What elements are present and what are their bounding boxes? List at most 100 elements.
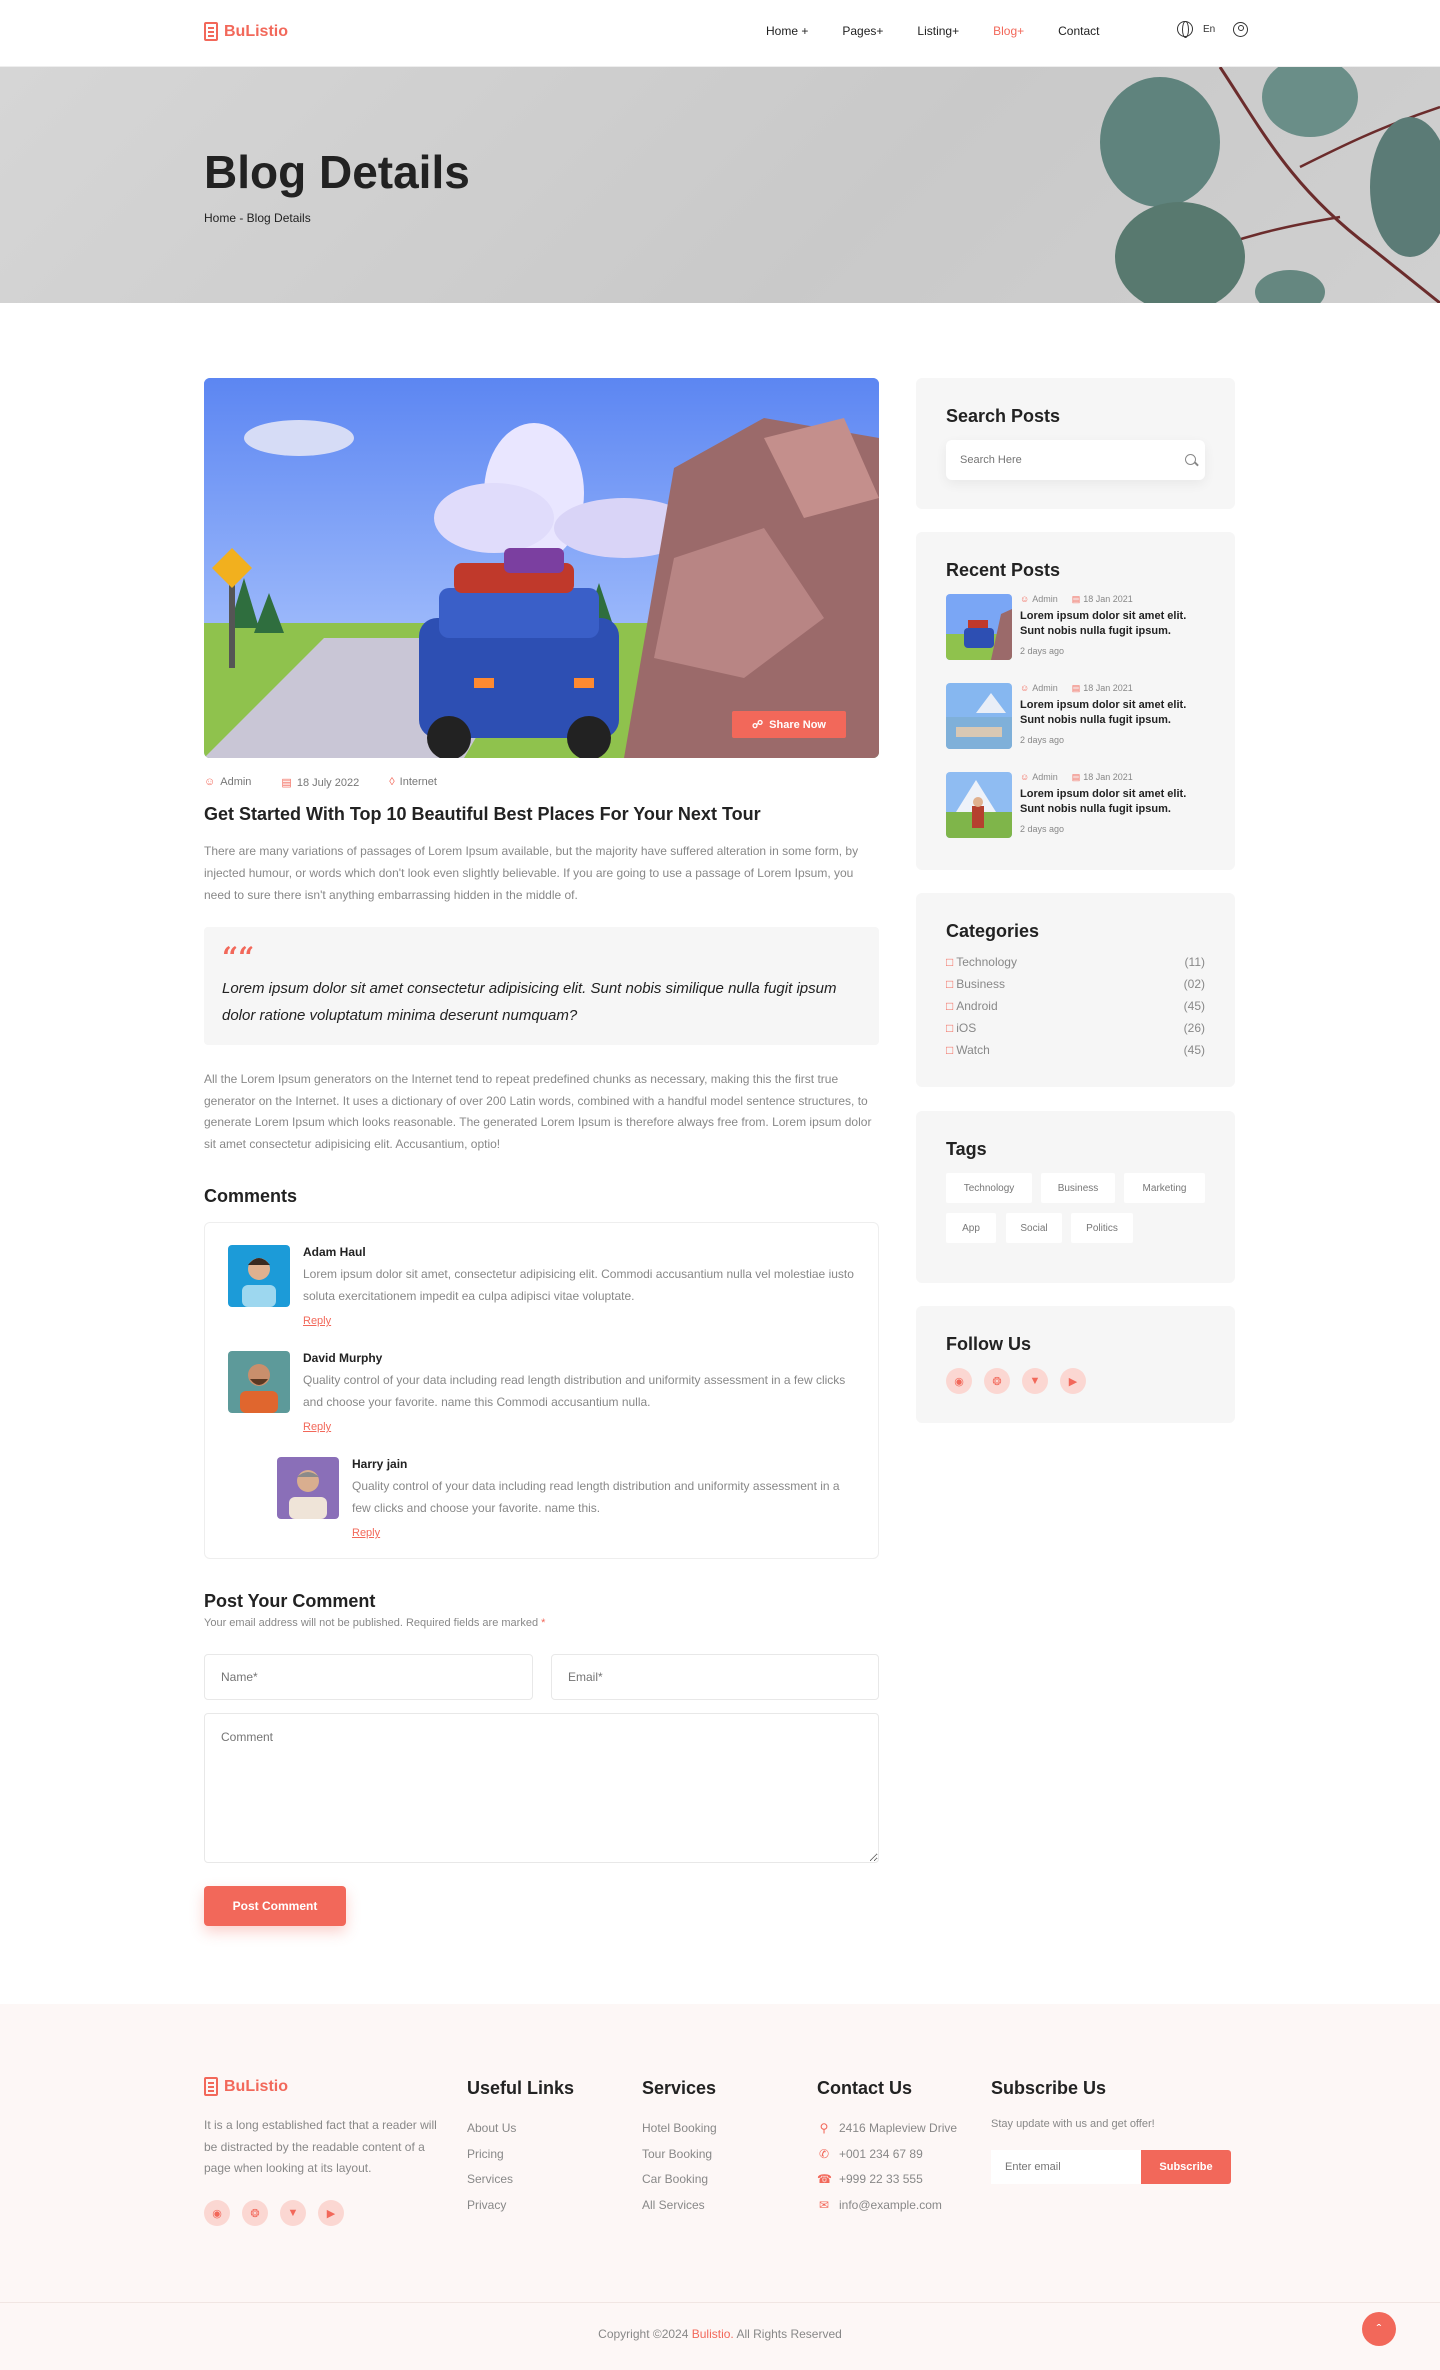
youtube-icon[interactable]: ▶ <box>318 2200 344 2226</box>
footer-service-hotel[interactable]: Hotel Booking <box>642 2121 717 2135</box>
globe-icon[interactable] <box>1177 21 1193 38</box>
post-comment-button[interactable]: Post Comment <box>204 1886 346 1926</box>
comment-field[interactable] <box>204 1713 879 1863</box>
site-footer <box>0 2004 1440 2370</box>
contact-support[interactable]: ☎ +999 22 33 555 <box>817 2172 923 2186</box>
post-date-text: 18 July 2022 <box>296 777 360 789</box>
share-now-button[interactable]: ☍ Share Now <box>732 711 846 738</box>
tag-item[interactable]: App <box>946 1213 996 1243</box>
folder-icon: □ <box>946 955 954 969</box>
post-category-text: Internet <box>399 776 437 788</box>
nav-listing[interactable]: Listing+ <box>917 24 959 38</box>
dribbble-icon[interactable]: ❂ <box>984 1368 1010 1394</box>
headset-icon: ☎ <box>817 2172 832 2186</box>
recent-post-ago: 2 days ago <box>1020 824 1065 834</box>
instagram-icon[interactable]: ◉ <box>204 2200 230 2226</box>
post-comment-heading: Post Your Comment <box>204 1591 376 1611</box>
footer-service-all[interactable]: All Services <box>642 2198 705 2212</box>
email-field[interactable] <box>551 1654 879 1700</box>
nav-contact[interactable]: Contact <box>1058 24 1099 38</box>
user-icon[interactable] <box>1233 21 1249 37</box>
footer-service-car[interactable]: Car Booking <box>642 2172 708 2186</box>
reply-link[interactable]: Reply <box>303 1315 331 1327</box>
tag-item[interactable]: Social <box>1006 1213 1062 1243</box>
search-input[interactable] <box>946 440 1205 480</box>
recent-post-author-text: Admin <box>1032 683 1058 693</box>
comments-list: Adam Haul Lorem ipsum dolor sit amet, co… <box>204 1222 879 1559</box>
contact-support-text: +999 22 33 555 <box>839 2172 923 2186</box>
nav-blog[interactable]: Blog+ <box>993 24 1024 38</box>
instagram-icon[interactable]: ◉ <box>946 1368 972 1394</box>
recent-post-author: ☺ Admin <box>1020 772 1058 783</box>
footer-logo[interactable]: BuListio <box>204 2077 288 2096</box>
chevron-up-icon: ˆ <box>1376 2321 1382 2337</box>
tag-icon: ◊ <box>389 776 395 788</box>
contact-phone[interactable]: ✆ +001 234 67 89 <box>817 2147 923 2161</box>
post-date: ▤ 18 July 2022 <box>281 776 359 789</box>
calendar-icon: ▤ <box>1071 683 1081 693</box>
reply-link[interactable]: Reply <box>303 1421 331 1433</box>
category-name: □ Technology <box>946 955 1017 969</box>
subscribe-button[interactable]: Subscribe <box>1141 2150 1231 2184</box>
footer-link-pricing[interactable]: Pricing <box>467 2147 504 2161</box>
comment-author: David Murphy <box>303 1351 383 1365</box>
youtube-icon[interactable]: ▶ <box>1060 1368 1086 1394</box>
footer-link-services[interactable]: Services <box>467 2172 513 2186</box>
nav-pages[interactable]: Pages+ <box>842 24 883 38</box>
language-selector[interactable]: En <box>1203 24 1215 35</box>
recent-post-meta: ☺ Admin ▤ 18 Jan 2021 <box>1020 772 1133 783</box>
header-actions: En <box>1177 21 1249 38</box>
recent-post-title: Lorem ipsum dolor sit amet elit. Sunt no… <box>1020 610 1187 637</box>
recent-post-author: ☺ Admin <box>1020 594 1058 605</box>
reply-link[interactable]: Reply <box>352 1527 380 1539</box>
calendar-icon: ▤ <box>281 777 292 789</box>
footer-link-privacy[interactable]: Privacy <box>467 2198 506 2212</box>
recent-post-item[interactable]: ☺ Admin ▤ 18 Jan 2021 Lorem ipsum dolor sit… <box>946 594 1205 660</box>
calendar-icon: ▤ <box>1071 772 1081 782</box>
footer-service-tour[interactable]: Tour Booking <box>642 2147 712 2161</box>
breadcrumb: Home - Blog Details <box>204 211 311 225</box>
comment-author: Harry jain <box>352 1457 408 1471</box>
post-title: Get Started With Top 10 Beautiful Best P… <box>204 804 761 824</box>
name-field[interactable] <box>204 1654 533 1700</box>
contact-email[interactable]: ✉ info@example.com <box>817 2198 942 2212</box>
post-category[interactable]: ◊ Internet <box>389 776 437 789</box>
category-item[interactable]: □ Watch (45) <box>946 1043 1205 1057</box>
twitter-icon[interactable]: ▼ <box>1022 1368 1048 1394</box>
twitter-icon[interactable]: ▼ <box>280 2200 306 2226</box>
recent-post-ago: 2 days ago <box>1020 646 1065 656</box>
nav-home[interactable]: Home + <box>766 24 808 38</box>
recent-posts-widget: Recent Posts ☺ Admin ▤ 18 Jan 2021 Lorem ip… <box>916 532 1235 870</box>
user-icon: ☺ <box>1020 772 1030 782</box>
tag-item[interactable]: Politics <box>1071 1213 1133 1243</box>
category-item[interactable]: □ Business (02) <box>946 977 1205 991</box>
copyright-brand[interactable]: Bulistio. <box>692 2327 734 2341</box>
recent-post-item[interactable]: ☺ Admin ▤ 18 Jan 2021 Lorem ipsum dolor sit… <box>946 683 1205 749</box>
category-item[interactable]: □ Android (45) <box>946 999 1205 1013</box>
footer-link-about[interactable]: About Us <box>467 2121 516 2135</box>
folder-icon: □ <box>946 977 954 991</box>
dribbble-icon[interactable]: ❂ <box>242 2200 268 2226</box>
mail-icon: ✉ <box>818 2198 830 2212</box>
post-author: ☺ Admin <box>204 776 251 789</box>
recent-post-date-text: 18 Jan 2021 <box>1083 772 1133 782</box>
scroll-to-top-button[interactable]: ˆ <box>1362 2312 1396 2346</box>
tag-item[interactable]: Technology <box>946 1173 1032 1203</box>
calendar-icon: ▤ <box>1071 594 1081 604</box>
widget-title: Follow Us <box>946 1334 1031 1354</box>
page-title: Blog Details <box>204 146 470 198</box>
tag-item[interactable]: Business <box>1041 1173 1115 1203</box>
recent-post-thumb <box>946 772 1012 838</box>
share-icon: ☍ <box>752 719 764 731</box>
category-item[interactable]: □ iOS (26) <box>946 1021 1205 1035</box>
category-item[interactable]: □ Technology (11) <box>946 955 1205 969</box>
search-icon[interactable] <box>1185 454 1196 465</box>
recent-post-date: ▤ 18 Jan 2021 <box>1072 772 1133 783</box>
tag-item[interactable]: Marketing <box>1124 1173 1205 1203</box>
recent-post-item[interactable]: ☺ Admin ▤ 18 Jan 2021 Lorem ipsum dolor sit… <box>946 772 1205 838</box>
recent-post-author-text: Admin <box>1032 772 1058 782</box>
site-logo[interactable]: BuListio <box>204 22 288 41</box>
comments-heading: Comments <box>204 1186 298 1206</box>
site-header: BuListio Home + Pages+ Listing+ Blog+ Co… <box>0 0 1440 67</box>
subscribe-email-input[interactable] <box>991 2150 1141 2184</box>
